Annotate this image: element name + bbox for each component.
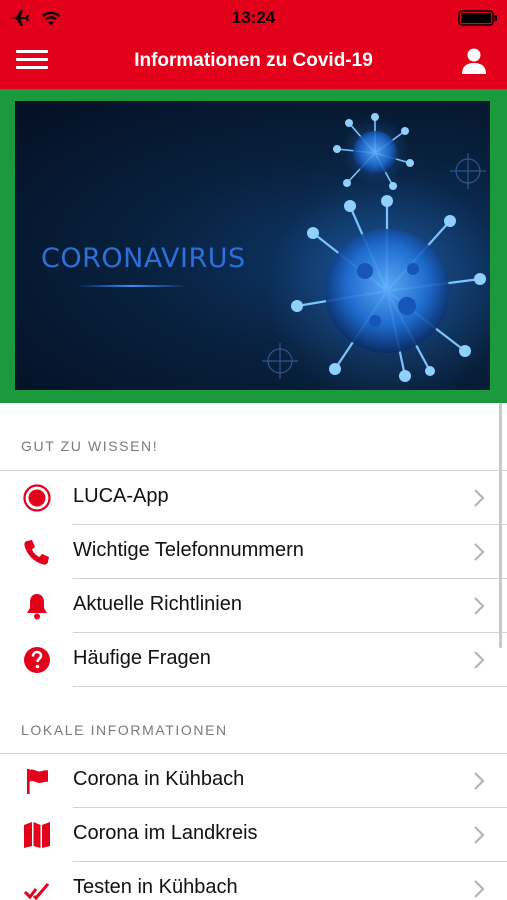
coronavirus-image: CORONAVIRUS — [15, 101, 490, 390]
check-icon — [23, 883, 50, 900]
list-item-corona-district[interactable]: Corona im Landkreis — [0, 808, 507, 862]
chevron-right-icon — [474, 597, 485, 615]
flag-icon — [27, 769, 48, 794]
chevron-right-icon — [474, 826, 485, 844]
hero-banner: CORONAVIRUS — [0, 89, 507, 403]
status-time: 13:24 — [231, 8, 276, 27]
list-item-label: Testen in Kühbach — [73, 876, 238, 898]
chevron-right-icon — [474, 772, 485, 790]
phone-icon — [24, 540, 49, 565]
map-icon — [24, 822, 50, 848]
list-item-guidelines[interactable]: Aktuelle Richtlinien — [0, 579, 507, 633]
list-item-corona-kuehbach[interactable]: Corona in Kühbach — [0, 754, 507, 808]
status-bar: 13:24 — [0, 0, 507, 36]
list-item-label: Corona in Kühbach — [73, 768, 245, 790]
list-item-label: LUCA-App — [73, 485, 169, 507]
chevron-right-icon — [474, 489, 485, 507]
chevron-right-icon — [474, 880, 485, 898]
question-icon — [24, 647, 50, 673]
bell-icon — [27, 594, 47, 620]
chevron-right-icon — [474, 651, 485, 669]
page-title: Informationen zu Covid-19 — [134, 50, 373, 71]
navigation-bar: Informationen zu Covid-19 — [0, 36, 507, 89]
hero-underline — [77, 285, 187, 287]
user-profile-icon[interactable] — [459, 46, 489, 76]
list-item-testing-kuehbach[interactable]: Testen in Kühbach — [0, 862, 507, 900]
section-header-local-info: LOKALE INFORMATIONEN — [21, 722, 228, 738]
hero-title: CORONAVIRUS — [41, 243, 246, 274]
list-item-phone-numbers[interactable]: Wichtige Telefonnummern — [0, 525, 507, 579]
list-item-luca-app[interactable]: LUCA-App — [0, 471, 507, 525]
list-item-label: Corona im Landkreis — [73, 822, 258, 844]
chevron-right-icon — [474, 543, 485, 561]
list-item-label: Wichtige Telefonnummern — [73, 539, 304, 561]
app-header: 13:24 Informationen zu Covid-19 — [0, 0, 507, 89]
list-item-label: Häufige Fragen — [73, 647, 211, 669]
section-header-good-to-know: GUT ZU WISSEN! — [21, 438, 159, 454]
record-icon — [23, 484, 51, 512]
scrollbar[interactable] — [499, 403, 502, 648]
battery-icon — [458, 10, 497, 26]
list-item-label: Aktuelle Richtlinien — [73, 593, 242, 615]
divider — [73, 686, 507, 687]
list-item-faq[interactable]: Häufige Fragen — [0, 633, 507, 687]
